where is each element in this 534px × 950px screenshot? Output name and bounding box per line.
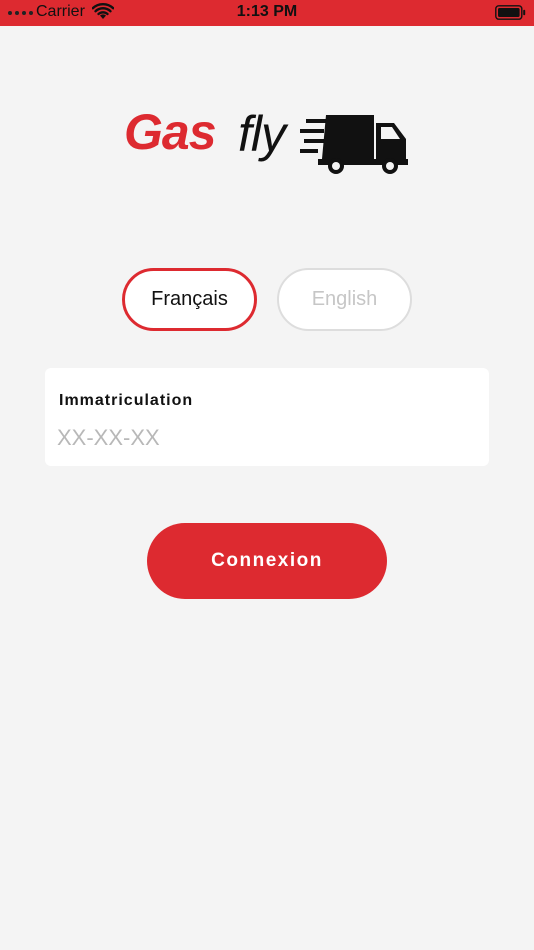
truck-icon — [300, 115, 408, 174]
logo-text-fly: fly — [238, 106, 286, 162]
logo-text-gas: Gas — [124, 104, 217, 160]
plate-field-label: Immatriculation — [59, 392, 194, 409]
gasfly-logo: Gas fly — [120, 103, 415, 183]
plate-number-input[interactable] — [57, 422, 477, 454]
login-button[interactable]: Connexion — [147, 523, 387, 599]
status-bar: Carrier 1:13 PM — [0, 0, 534, 26]
language-french-button[interactable]: Français — [122, 268, 257, 331]
language-english-button[interactable]: English — [277, 268, 412, 331]
status-time: 1:13 PM — [236, 3, 298, 20]
plate-field-card: Immatriculation — [45, 368, 489, 466]
battery-icon — [495, 5, 526, 20]
